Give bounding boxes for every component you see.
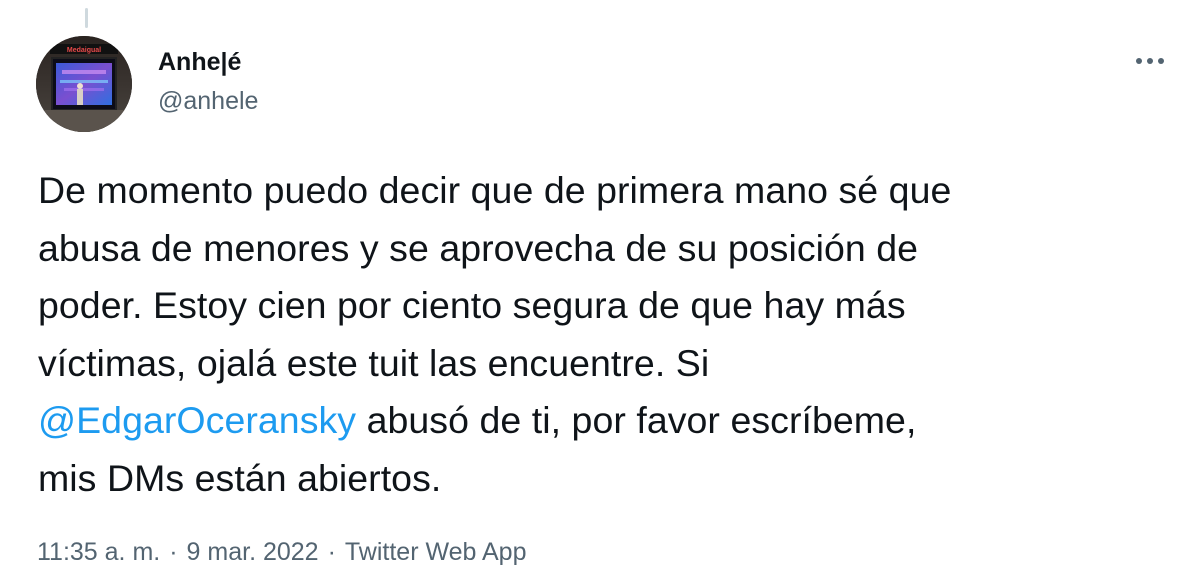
more-horizontal-icon-dot [1158, 58, 1164, 64]
more-horizontal-icon [1136, 58, 1142, 64]
mention-link[interactable]: @EdgarOceransky [38, 399, 356, 441]
meta-separator: · [327, 538, 336, 566]
author-handle[interactable]: @anhele [158, 86, 258, 116]
avatar-image: Medaigual [36, 36, 132, 132]
meta-separator: · [169, 538, 178, 566]
tweet-source-app[interactable]: Twitter Web App [345, 538, 527, 566]
thread-connector-line [85, 8, 88, 28]
more-options-button[interactable] [1126, 46, 1174, 76]
avatar[interactable]: Medaigual [36, 36, 132, 132]
tweet-metadata: 11:35 a. m. · 9 mar. 2022 · Twitter Web App [37, 536, 526, 568]
author-display-name[interactable]: Anhe|é [158, 47, 241, 77]
tweet-text-part1: De momento puedo decir que de primera ma… [38, 169, 952, 384]
more-horizontal-icon-dot [1147, 58, 1153, 64]
tweet-timestamp-date[interactable]: 9 mar. 2022 [187, 538, 319, 566]
tweet-text: De momento puedo decir que de primera ma… [38, 162, 1168, 507]
avatar-sign-text: Medaigual [67, 47, 101, 54]
tweet-timestamp-time[interactable]: 11:35 a. m. [37, 538, 160, 566]
